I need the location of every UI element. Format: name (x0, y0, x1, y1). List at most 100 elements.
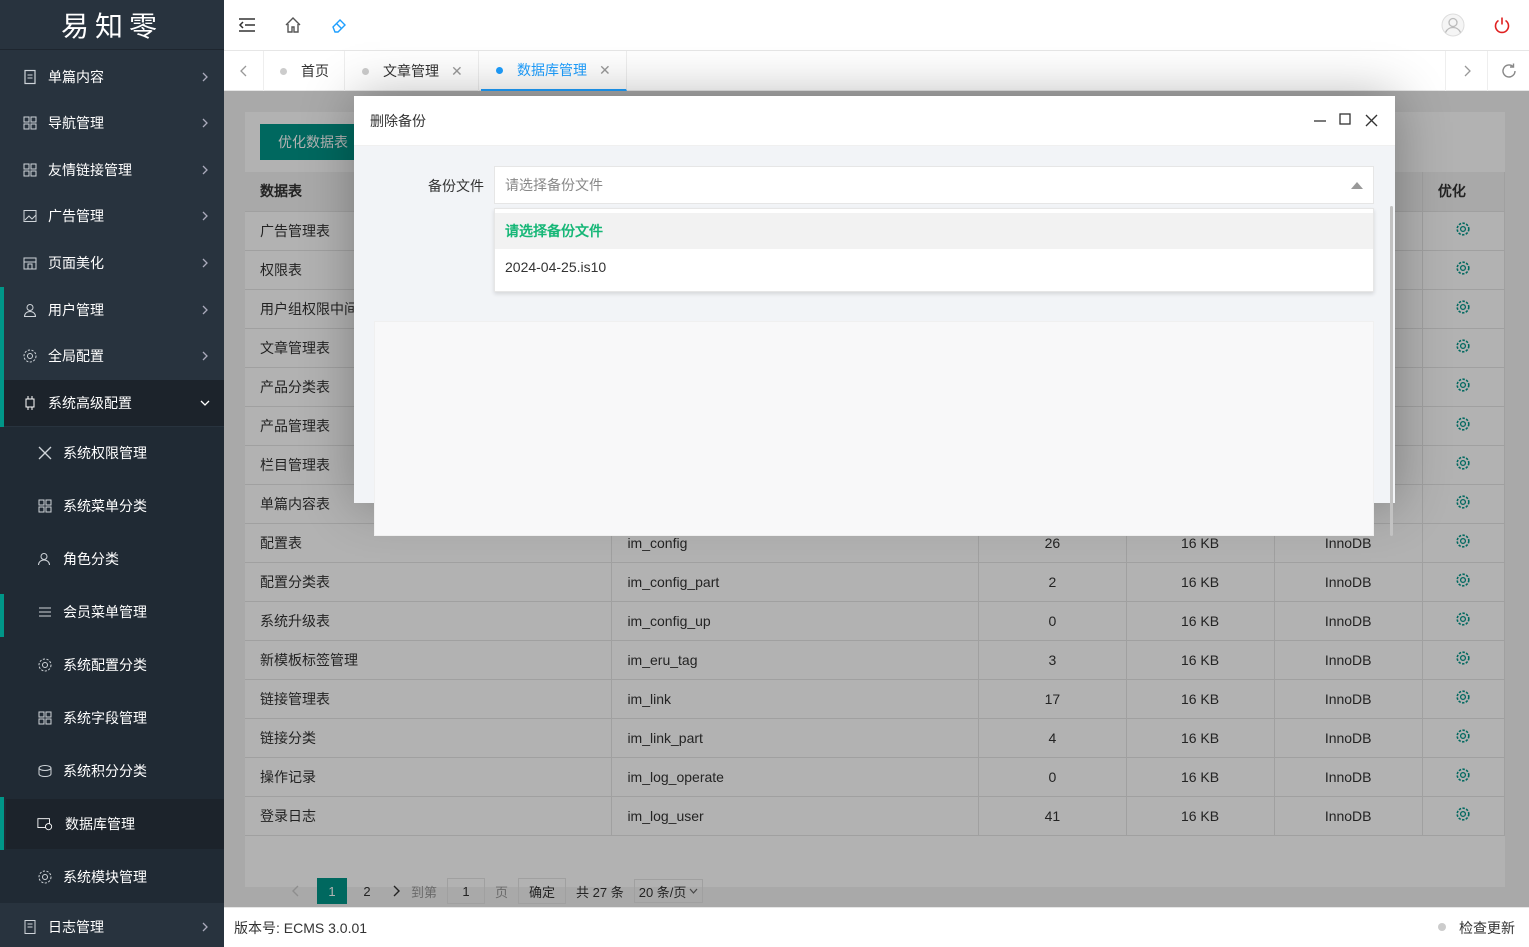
dialog-scrollbar[interactable] (1390, 206, 1393, 536)
grid-icon (22, 115, 38, 131)
sidebar-item-label: 页面美化 (48, 255, 104, 271)
user-icon (22, 302, 38, 318)
top-bar (224, 0, 1529, 51)
refresh-icon (1501, 63, 1516, 78)
tab-bar: 首页 文章管理 ✕ 数据库管理 ✕ (224, 51, 1529, 91)
sidebar-item-label: 导航管理 (48, 115, 104, 131)
sidebar-item-label: 全局配置 (48, 348, 104, 364)
dialog-content-area (374, 321, 1374, 536)
minimize-icon[interactable] (1313, 115, 1327, 127)
sidebar-item-label: 角色分类 (63, 551, 119, 567)
maximize-icon[interactable] (1339, 113, 1351, 125)
collapse-menu-icon[interactable] (238, 17, 256, 33)
grid-icon (37, 710, 53, 726)
tab-dot (496, 66, 503, 74)
sidebar-subitem-database[interactable]: 数据库管理 (6, 799, 224, 849)
sidebar-item-label: 系统模块管理 (63, 869, 147, 885)
database-icon (37, 816, 53, 832)
dropdown-option-placeholder[interactable]: 请选择备份文件 (495, 213, 1373, 249)
tab-home[interactable]: 首页 (265, 51, 345, 91)
close-icon[interactable]: ✕ (451, 63, 463, 80)
sidebar-item-logs[interactable]: 日志管理 (0, 904, 224, 947)
sidebar-item-label: 系统高级配置 (48, 395, 132, 411)
log-icon (22, 919, 38, 935)
sidebar-accent-bar (0, 797, 4, 850)
check-update-link[interactable]: 检查更新 (1459, 918, 1515, 938)
sidebar-item-label: 日志管理 (48, 919, 104, 935)
sidebar-item-label: 广告管理 (48, 208, 104, 224)
sidebar-item-label: 系统权限管理 (63, 445, 147, 461)
dropdown-option-backup[interactable]: 2024-04-25.is10 (495, 249, 1373, 285)
sidebar-item-label: 系统字段管理 (63, 710, 147, 726)
tab-label: 文章管理 (383, 63, 439, 79)
footer: 版本号: ECMS 3.0.01 检查更新 (224, 907, 1529, 947)
backup-file-dropdown: 请选择备份文件 2024-04-25.is10 (494, 208, 1374, 292)
coins-icon (37, 763, 53, 779)
users-icon (37, 551, 53, 567)
tab-dot (362, 67, 369, 75)
chevron-right-icon (202, 258, 208, 268)
sidebar-subitem-fields[interactable]: 系统字段管理 (0, 695, 224, 741)
gear-icon (37, 869, 53, 885)
sidebar-subitem-points[interactable]: 系统积分分类 (0, 748, 224, 794)
chevron-right-icon (202, 351, 208, 361)
backup-file-select[interactable]: 请选择备份文件 (494, 166, 1374, 204)
sidebar-item-label: 系统菜单分类 (63, 498, 147, 514)
select-placeholder: 请选择备份文件 (505, 177, 603, 193)
sidebar: 易知零 单篇内容 导航管理 友情链接管理 广告管理 页面美化 用户管理 全局配置 (0, 0, 224, 947)
sidebar-item-page-beautify[interactable]: 页面美化 (0, 240, 224, 286)
dialog-title: 删除备份 (370, 112, 426, 129)
home-icon[interactable] (284, 16, 302, 34)
sidebar-item-global-config[interactable]: 全局配置 (0, 333, 224, 379)
sidebar-item-ads[interactable]: 广告管理 (0, 193, 224, 239)
chevron-right-icon (202, 211, 208, 221)
grid-icon (37, 498, 53, 514)
tab-label: 数据库管理 (517, 62, 587, 78)
sidebar-subitem-modules[interactable]: 系统模块管理 (0, 854, 224, 900)
sidebar-item-navigation[interactable]: 导航管理 (0, 100, 224, 146)
sidebar-subitem-config-category[interactable]: 系统配置分类 (0, 642, 224, 688)
sidebar-item-label: 系统积分分类 (63, 763, 147, 779)
sidebar-item-single-content[interactable]: 单篇内容 (0, 54, 224, 100)
eraser-icon[interactable] (330, 16, 348, 34)
chevron-right-icon (202, 165, 208, 175)
chevron-right-icon (1464, 65, 1471, 77)
chevron-right-icon (202, 118, 208, 128)
gear-icon (37, 657, 53, 673)
chevron-right-icon (202, 922, 208, 932)
avatar[interactable] (1441, 13, 1465, 37)
chevron-right-icon (202, 305, 208, 315)
image-icon (22, 208, 38, 224)
tabs-prev-button[interactable] (224, 51, 264, 91)
sidebar-item-users[interactable]: 用户管理 (0, 287, 224, 333)
delete-backup-dialog: 删除备份 备份文件 请选择备份文件 请选择备份文件 2024-04-25.is1… (354, 96, 1395, 536)
dialog-header: 删除备份 (354, 96, 1395, 146)
sidebar-subitem-roles[interactable]: 角色分类 (0, 536, 224, 582)
backup-file-label: 备份文件 (428, 178, 484, 194)
sidebar-item-label: 友情链接管理 (48, 162, 132, 178)
caret-up-icon (1351, 182, 1363, 189)
refresh-button[interactable] (1487, 51, 1529, 91)
sidebar-subitem-menu-category[interactable]: 系统菜单分类 (0, 483, 224, 529)
sidebar-subitem-permission[interactable]: 系统权限管理 (0, 430, 224, 476)
sidebar-item-label: 单篇内容 (48, 69, 104, 85)
list-icon (37, 604, 53, 620)
chevron-right-icon (202, 72, 208, 82)
sidebar-item-advanced-config[interactable]: 系统高级配置 (4, 380, 224, 426)
close-icon[interactable]: ✕ (599, 62, 611, 79)
document-icon (22, 69, 38, 85)
sidebar-subitem-member-menu[interactable]: 会员菜单管理 (0, 589, 224, 635)
sidebar-item-label: 数据库管理 (65, 816, 135, 832)
tools-icon (37, 445, 53, 461)
close-icon[interactable] (1365, 114, 1378, 127)
sidebar-item-label: 用户管理 (48, 302, 104, 318)
power-icon[interactable] (1493, 16, 1511, 34)
chevron-left-icon (239, 65, 246, 77)
tab-label: 首页 (301, 63, 329, 79)
sidebar-item-friend-links[interactable]: 友情链接管理 (0, 147, 224, 193)
chip-icon (22, 395, 38, 411)
tabs-next-button[interactable] (1445, 51, 1487, 91)
tab-articles[interactable]: 文章管理 ✕ (347, 51, 479, 91)
tab-database[interactable]: 数据库管理 ✕ (481, 51, 627, 91)
store-icon (22, 255, 38, 271)
